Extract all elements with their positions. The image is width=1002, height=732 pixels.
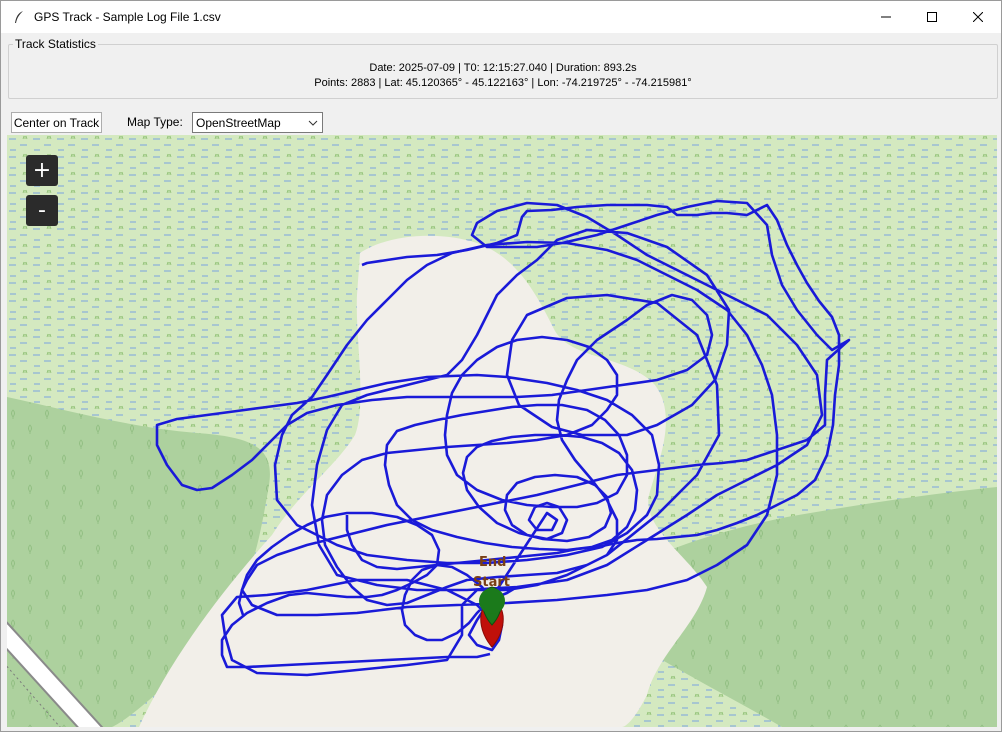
stats-date-line: Date: 2025-07-09 | T0: 12:15:27.040 | Du…	[369, 62, 637, 74]
map-type-value: OpenStreetMap	[196, 115, 281, 130]
zoom-in-button[interactable]: +	[26, 155, 58, 186]
maximize-icon	[927, 12, 937, 22]
stats-points-line: Points: 2883 | Lat: 45.120365° - 45.1221…	[314, 77, 692, 89]
zoom-out-button[interactable]: -	[26, 195, 58, 226]
map-view[interactable]: + - End Start	[7, 135, 997, 727]
window-controls	[863, 1, 1001, 33]
center-on-track-button[interactable]: Center on Track	[11, 112, 102, 133]
maximize-button[interactable]	[909, 1, 955, 33]
end-label: End	[479, 555, 507, 570]
track-statistics-legend: Track Statistics	[13, 37, 98, 51]
minimize-button[interactable]	[863, 1, 909, 33]
app-window: GPS Track - Sample Log File 1.csv Track …	[0, 0, 1002, 732]
feather-icon	[11, 9, 27, 25]
map-type-label: Map Type:	[127, 115, 183, 129]
title-bar: GPS Track - Sample Log File 1.csv	[1, 1, 1001, 33]
close-button[interactable]	[955, 1, 1001, 33]
window-title: GPS Track - Sample Log File 1.csv	[34, 10, 221, 24]
map-type-select[interactable]: OpenStreetMap	[192, 112, 323, 133]
start-label: Start	[473, 575, 510, 590]
close-icon	[973, 12, 983, 22]
map-canvas[interactable]	[7, 135, 997, 727]
minimize-icon	[881, 16, 891, 18]
chevron-down-icon	[308, 117, 318, 131]
